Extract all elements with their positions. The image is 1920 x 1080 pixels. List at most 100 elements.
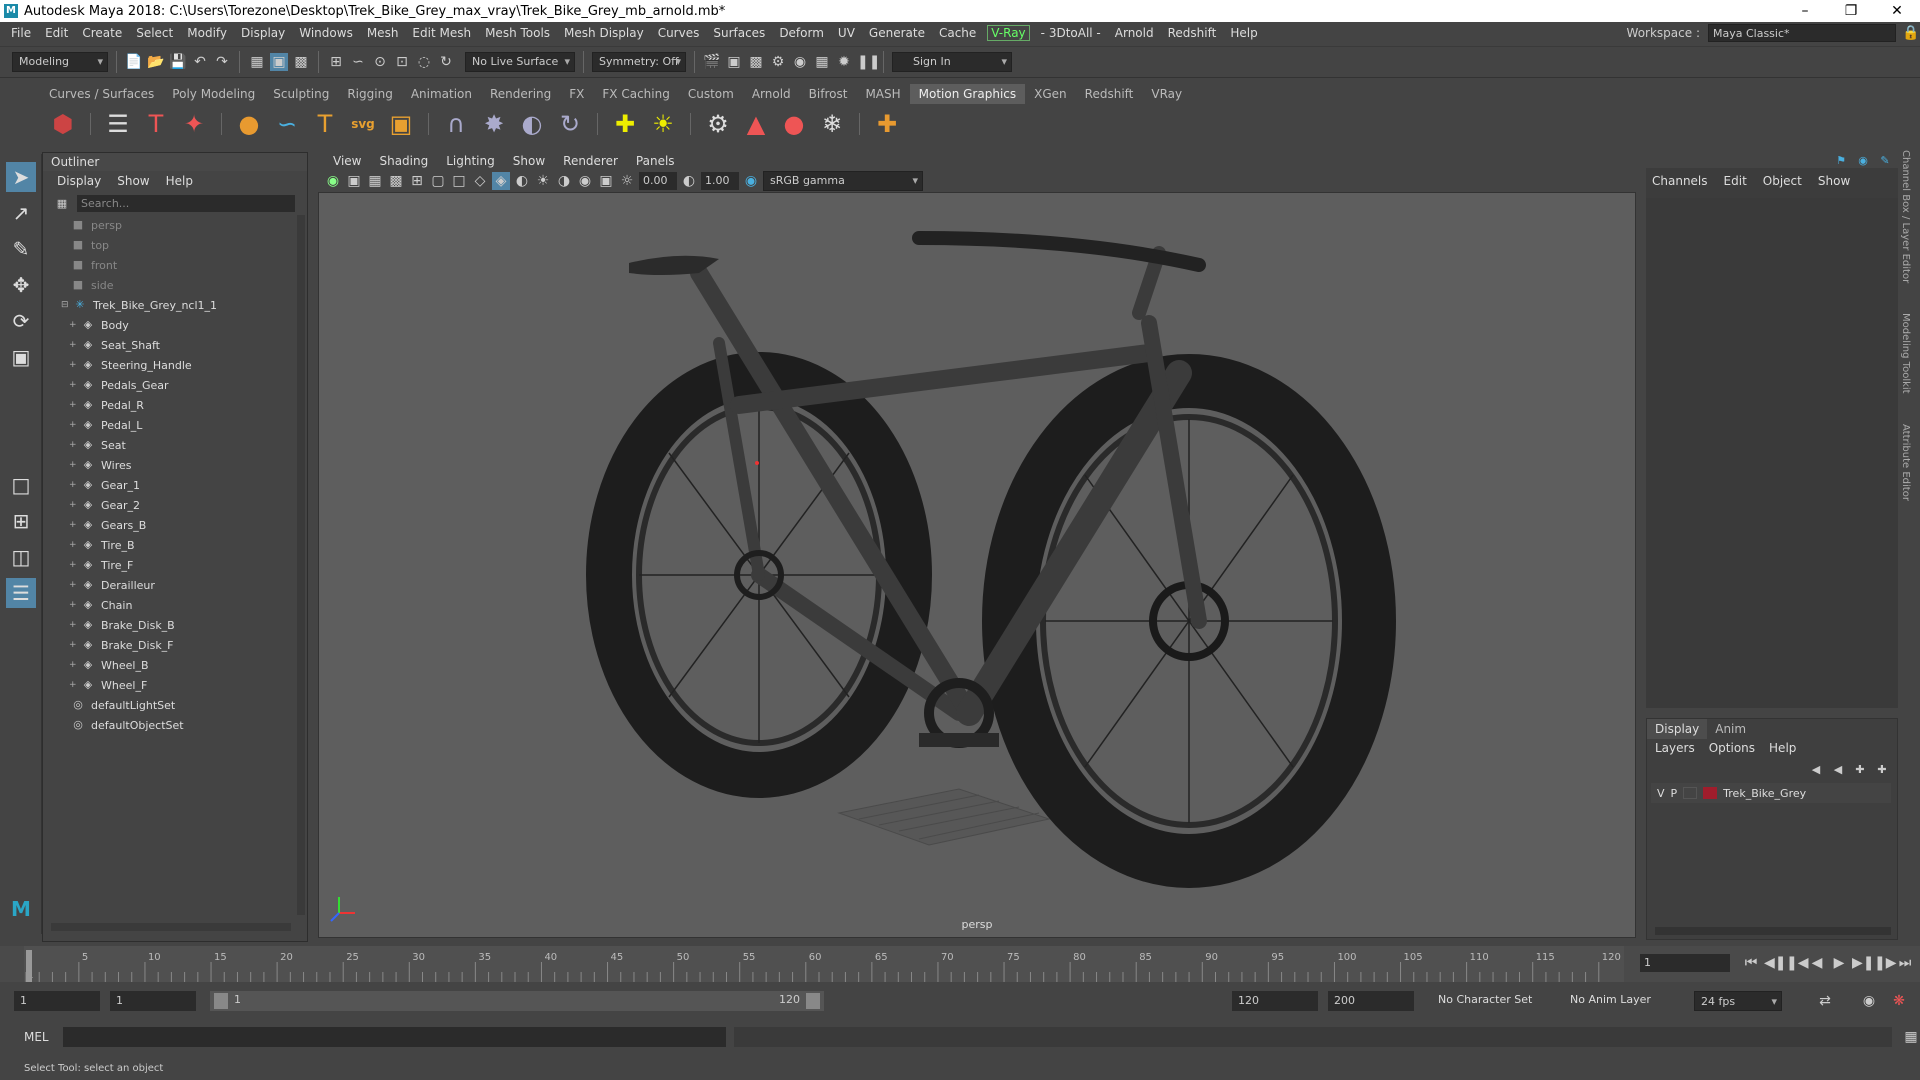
four-view-icon[interactable]: ⊞ (6, 506, 36, 536)
range-bar[interactable]: 1 120 (210, 991, 824, 1011)
expand-icon[interactable]: + (69, 500, 81, 510)
select-tool-icon[interactable]: ➤ (6, 162, 36, 192)
ipr-render-icon[interactable]: ▩ (747, 53, 765, 71)
shelf-tab-arnold[interactable]: Arnold (743, 84, 800, 104)
expand-icon[interactable]: ⊟ (61, 300, 73, 310)
menu-arnold[interactable]: Arnold (1108, 26, 1161, 40)
layer-tab-display[interactable]: Display (1647, 719, 1708, 739)
outliner-mesh-item[interactable]: + ◈ Seat (47, 435, 297, 455)
outliner-set-item[interactable]: ◎ defaultLightSet (47, 695, 297, 715)
minimize-icon[interactable]: – (1782, 0, 1828, 22)
render-frame-icon[interactable]: 🎬 (703, 53, 721, 71)
shelf-tab-animation[interactable]: Animation (402, 84, 481, 104)
shelf-tab-bifrost[interactable]: Bifrost (800, 84, 857, 104)
viewport-menu-show[interactable]: Show (504, 154, 554, 168)
expand-icon[interactable]: + (69, 380, 81, 390)
outliner-mesh-item[interactable]: + ◈ Pedal_L (47, 415, 297, 435)
outliner-mesh-item[interactable]: + ◈ Wheel_B (47, 655, 297, 675)
expand-icon[interactable]: + (69, 520, 81, 530)
camera-select-icon[interactable]: ◉ (324, 172, 342, 190)
color-space-select[interactable]: sRGB gamma (763, 171, 923, 191)
expand-icon[interactable]: + (69, 580, 81, 590)
outliner-mesh-item[interactable]: + ◈ Chain (47, 595, 297, 615)
mel-label[interactable]: MEL (0, 1030, 63, 1044)
layer-visibility-toggle[interactable]: V (1657, 787, 1665, 800)
shelf-tab-vray[interactable]: VRay (1142, 84, 1191, 104)
shelf-tab-rendering[interactable]: Rendering (481, 84, 560, 104)
outliner-mesh-item[interactable]: + ◈ Tire_B (47, 535, 297, 555)
textured-icon[interactable]: ◐ (513, 172, 531, 190)
outliner-search-input[interactable]: Search... (77, 195, 295, 212)
lights-icon[interactable]: ☀ (534, 172, 552, 190)
move-layer-down-icon[interactable]: ◀ (1829, 761, 1847, 779)
save-scene-icon[interactable]: 💾 (169, 53, 187, 71)
new-layer-icon[interactable]: ✚ (1851, 761, 1869, 779)
expand-icon[interactable]: + (69, 620, 81, 630)
snap-live-icon[interactable]: ↻ (437, 53, 455, 71)
move-layer-up-icon[interactable]: ◀ (1807, 761, 1825, 779)
outliner-camera-item[interactable]: ■ front (47, 255, 297, 275)
channel-menu-channels[interactable]: Channels (1652, 174, 1708, 188)
shelf-tab-custom[interactable]: Custom (679, 84, 743, 104)
fluid-icon[interactable]: ● (779, 109, 809, 139)
locator-icon[interactable]: ✚ (872, 109, 902, 139)
go-to-end-icon[interactable]: ⏭ (1896, 954, 1914, 972)
menu-display[interactable]: Display (234, 26, 292, 40)
hypershade-icon[interactable]: ◉ (791, 53, 809, 71)
scale-tool-icon[interactable]: ▣ (6, 342, 36, 372)
outliner-mesh-item[interactable]: + ◈ Brake_Disk_F (47, 635, 297, 655)
new-layer-selected-icon[interactable]: ✚ (1873, 761, 1891, 779)
range-start-handle[interactable] (214, 993, 228, 1009)
gear-icon[interactable]: ⚙ (703, 109, 733, 139)
auto-key-icon[interactable]: ◉ (1860, 992, 1878, 1010)
gamma-icon[interactable]: ◐ (680, 172, 698, 190)
help-icon[interactable]: ◉ (1854, 152, 1872, 170)
outliner-mesh-item[interactable]: + ◈ Steering_Handle (47, 355, 297, 375)
render-view-icon[interactable]: ▣ (725, 53, 743, 71)
shelf-tab-poly-modeling[interactable]: Poly Modeling (163, 84, 264, 104)
paint-select-icon[interactable]: ✎ (6, 234, 36, 264)
render-setup-icon[interactable]: ▦ (813, 53, 831, 71)
shelf-tab-redshift[interactable]: Redshift (1076, 84, 1143, 104)
layer-menu-layers[interactable]: Layers (1655, 739, 1695, 757)
outliner-mesh-item[interactable]: + ◈ Body (47, 315, 297, 335)
menu-mesh-display[interactable]: Mesh Display (557, 26, 651, 40)
step-back-frame-icon[interactable]: ❚◀ (1786, 954, 1809, 972)
pause-icon[interactable]: ❚❚ (857, 53, 880, 71)
layer-color-swatch[interactable] (1703, 787, 1718, 799)
animation-start-field[interactable]: 1 (14, 991, 100, 1011)
expand-icon[interactable]: + (69, 340, 81, 350)
expand-icon[interactable]: + (69, 480, 81, 490)
shelf-tab-fx-caching[interactable]: FX Caching (593, 84, 678, 104)
list-icon[interactable]: ☰ (103, 109, 133, 139)
layer-menu-help[interactable]: Help (1769, 739, 1796, 757)
menu-deform[interactable]: Deform (772, 26, 831, 40)
playback-end-field[interactable]: 120 (1232, 991, 1318, 1011)
grid-icon[interactable]: ⊞ (408, 172, 426, 190)
smooth-shade-icon[interactable]: ◈ (492, 172, 510, 190)
layer-h-scrollbar[interactable] (1655, 927, 1891, 935)
layer-menu-options[interactable]: Options (1709, 739, 1755, 757)
play-forward-icon[interactable]: ▶ (1830, 954, 1848, 972)
expand-icon[interactable]: + (69, 440, 81, 450)
undo-icon[interactable]: ↶ (191, 53, 209, 71)
time-ruler[interactable]: 1510152025303540455055606570758085909510… (24, 946, 1624, 982)
shirt-icon[interactable]: ▲ (741, 109, 771, 139)
svg-icon[interactable]: svg (348, 109, 378, 139)
side-tab-attribute-editor[interactable]: Attribute Editor (1900, 424, 1911, 501)
menu-curves[interactable]: Curves (651, 26, 707, 40)
outliner-h-scrollbar[interactable] (51, 923, 291, 931)
restore-icon[interactable]: ❐ (1828, 0, 1874, 22)
cube-icon[interactable]: ▣ (386, 109, 416, 139)
text-icon[interactable]: T (141, 109, 171, 139)
snap-curve-icon[interactable]: ∽ (349, 53, 367, 71)
shelf-tab-xgen[interactable]: XGen (1025, 84, 1076, 104)
paint-icon[interactable]: ✦ (179, 109, 209, 139)
current-frame-field[interactable]: 1 (1640, 954, 1730, 972)
expand-icon[interactable]: + (69, 360, 81, 370)
menu-uv[interactable]: UV (831, 26, 862, 40)
filter-icon[interactable]: ▦ (53, 195, 71, 213)
camera-attr-icon[interactable]: ▣ (345, 172, 363, 190)
outliner-mesh-item[interactable]: + ◈ Seat_Shaft (47, 335, 297, 355)
outliner-mesh-item[interactable]: + ◈ Gear_1 (47, 475, 297, 495)
